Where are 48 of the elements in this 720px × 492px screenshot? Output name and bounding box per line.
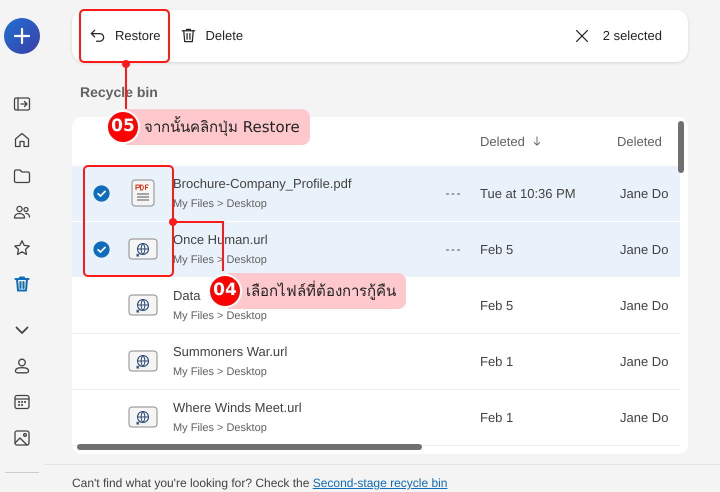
table-row[interactable]: Summoners War.url My Files > Desktop Feb 1 Jane Do [72,334,680,390]
column-header[interactable]: Deleted [480,132,617,152]
pdf-file-icon [130,179,154,208]
more-icon[interactable] [445,248,461,252]
trash-icon[interactable] [12,274,32,294]
new-button[interactable] [4,18,40,54]
web-link-file-icon [128,406,158,428]
web-link-file-icon [128,238,158,260]
file-location: My Files > Desktop [173,309,267,324]
horizontal-scrollbar[interactable] [77,444,422,450]
more-icon[interactable] [445,192,461,196]
star-icon[interactable] [12,238,32,258]
person-icon[interactable] [12,356,32,376]
table-row[interactable]: Brochure-Company_Profile.pdf My Files > Desktop Tue at 10:36 PM Jane Do [72,166,680,222]
deleted-by: Jane Do [620,240,668,259]
file-location: My Files > Desktop [173,365,267,380]
restore-button[interactable]: Restore [80,20,169,52]
deleted-by: Jane Do [620,296,668,315]
second-stage-link[interactable]: Second-stage recycle bin [312,476,448,490]
deleted-by: Jane Do [620,408,668,427]
deleted-date: Feb 5 [480,296,514,315]
column-header[interactable]: Deleted [617,132,687,152]
file-name[interactable]: Brochure-Company_Profile.pdf [173,174,352,194]
leader-dot [122,60,130,68]
calendar-icon[interactable] [12,392,32,412]
file-location: My Files > Desktop [173,197,267,212]
image-icon[interactable] [12,428,32,448]
deleted-by: Jane Do [620,352,668,371]
deleted-date: Feb 1 [480,352,514,371]
home-icon[interactable] [12,130,32,150]
deleted-date: Feb 1 [480,408,514,427]
checked-circle-icon[interactable] [93,240,110,258]
checked-circle-icon[interactable] [93,184,110,202]
file-name[interactable]: Where Winds Meet.url [173,398,302,418]
file-name[interactable]: Summoners War.url [173,342,288,362]
deleted-date: Tue at 10:36 PM [480,184,576,203]
deleted-date: Feb 5 [480,240,514,259]
footer-text: Can't find what you're looking for? Check the Second-stage recycle bin [72,475,448,492]
web-link-file-icon [128,350,158,372]
clear-selection-button[interactable]: 2 selected [564,20,670,52]
plus-icon [12,26,32,46]
delete-button[interactable]: Delete [170,20,252,52]
web-link-file-icon [128,294,158,316]
vertical-scrollbar[interactable] [678,120,684,173]
deleted-by: Jane Do [620,184,668,203]
file-location: My Files > Desktop [173,421,267,436]
trash-icon [178,26,198,46]
file-name[interactable]: Data [173,286,200,306]
